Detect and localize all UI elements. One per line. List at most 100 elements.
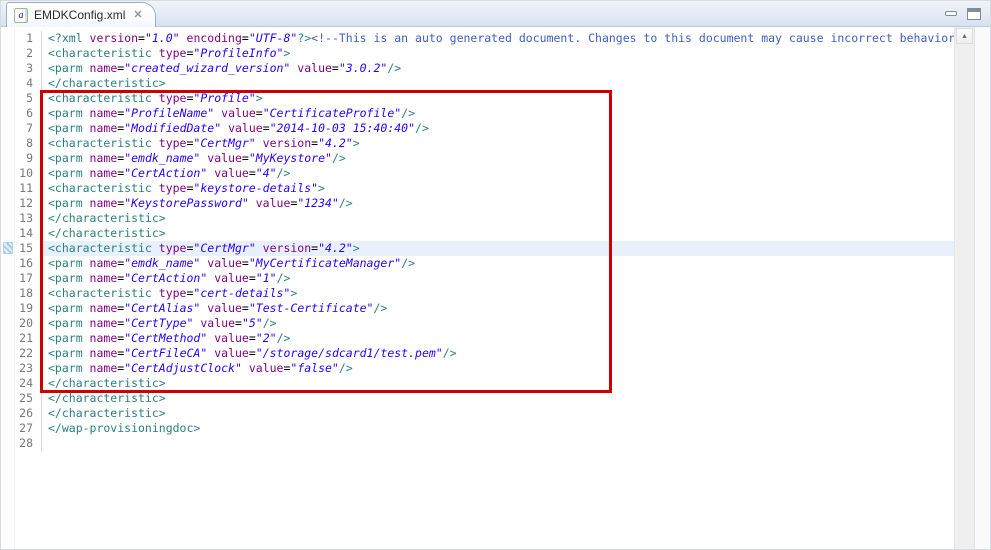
code-line[interactable]: </characteristic> [41, 76, 954, 91]
code-line[interactable]: <characteristic type="CertMgr" version="… [41, 241, 954, 256]
line-number[interactable]: 25 [1, 391, 41, 406]
editor-line[interactable]: 2<characteristic type="ProfileInfo"> [1, 46, 954, 61]
code-line[interactable]: <parm name="created_wizard_version" valu… [41, 61, 954, 76]
editor-line[interactable]: 26</characteristic> [1, 406, 954, 421]
line-number[interactable]: 28 [1, 436, 41, 451]
editor-line[interactable]: 3<parm name="created_wizard_version" val… [1, 61, 954, 76]
line-number[interactable]: 27 [1, 421, 41, 436]
xml-source-editor[interactable]: 1<?xml version="1.0" encoding="UTF-8"?><… [1, 27, 990, 549]
line-number[interactable]: 11 [1, 181, 41, 196]
line-number[interactable]: 26 [1, 406, 41, 421]
line-number[interactable]: 20 [1, 316, 41, 331]
editor-line[interactable]: 1<?xml version="1.0" encoding="UTF-8"?><… [1, 31, 954, 46]
code-line[interactable]: <parm name="CertAlias" value="Test-Certi… [41, 301, 954, 316]
code-token: <parm [48, 301, 90, 315]
code-line[interactable]: <parm name="ModifiedDate" value="2014-10… [41, 121, 954, 136]
line-number[interactable]: 12 [1, 196, 41, 211]
code-line[interactable]: <parm name="CertAction" value="4"/> [41, 166, 954, 181]
line-number[interactable]: 19 [1, 301, 41, 316]
editor-line[interactable]: 22<parm name="CertFileCA" value="/storag… [1, 346, 954, 361]
line-number[interactable]: 10 [1, 166, 41, 181]
editor-line[interactable]: 18<characteristic type="cert-details"> [1, 286, 954, 301]
line-number[interactable]: 16 [1, 256, 41, 271]
code-token: <parm [48, 61, 90, 75]
editor-line[interactable]: 20<parm name="CertType" value="5"/> [1, 316, 954, 331]
code-line[interactable]: <parm name="KeystorePassword" value="123… [41, 196, 954, 211]
line-number[interactable]: 2 [1, 46, 41, 61]
code-line[interactable] [41, 436, 954, 451]
code-line[interactable]: </characteristic> [41, 226, 954, 241]
code-line[interactable]: <parm name="CertAdjustClock" value="fals… [41, 361, 954, 376]
editor-line[interactable]: 12<parm name="KeystorePassword" value="1… [1, 196, 954, 211]
line-number[interactable]: 13 [1, 211, 41, 226]
editor-line[interactable]: 24</characteristic> [1, 376, 954, 391]
tab-close-icon[interactable]: ✕ [131, 9, 144, 22]
line-number[interactable]: 22 [1, 346, 41, 361]
code-line[interactable]: <?xml version="1.0" encoding="UTF-8"?><!… [41, 31, 955, 46]
code-line[interactable]: </characteristic> [41, 391, 954, 406]
code-token: type [159, 241, 187, 255]
editor-line[interactable]: 15<characteristic type="CertMgr" version… [1, 241, 954, 256]
code-line[interactable]: <characteristic type="Profile"> [41, 91, 954, 106]
line-number[interactable]: 7 [1, 121, 41, 136]
code-token: name [90, 316, 118, 330]
line-number[interactable]: 9 [1, 151, 41, 166]
editor-line[interactable]: 27</wap-provisioningdoc> [1, 421, 954, 436]
editor-line[interactable]: 4</characteristic> [1, 76, 954, 91]
line-number[interactable]: 23 [1, 361, 41, 376]
minimize-view-button[interactable] [944, 8, 960, 20]
editor-line[interactable]: 8<characteristic type="CertMgr" version=… [1, 136, 954, 151]
line-number[interactable]: 24 [1, 376, 41, 391]
editor-line[interactable]: 11<characteristic type="keystore-details… [1, 181, 954, 196]
editor-line[interactable]: 28 [1, 436, 954, 451]
code-line[interactable]: </wap-provisioningdoc> [41, 421, 954, 436]
code-line[interactable]: <parm name="CertMethod" value="2"/> [41, 331, 954, 346]
editor-line[interactable]: 16<parm name="emdk_name" value="MyCertif… [1, 256, 954, 271]
code-line[interactable]: <parm name="CertType" value="5"/> [41, 316, 954, 331]
editor-line[interactable]: 5<characteristic type="Profile"> [1, 91, 954, 106]
code-token: "3.0.2" [339, 61, 387, 75]
code-line[interactable]: </characteristic> [41, 211, 954, 226]
line-number[interactable]: 18 [1, 286, 41, 301]
line-number[interactable]: 3 [1, 61, 41, 76]
code-line[interactable]: </characteristic> [41, 376, 954, 391]
line-number[interactable]: 14 [1, 226, 41, 241]
code-line[interactable]: <parm name="CertFileCA" value="/storage/… [41, 346, 954, 361]
code-token: "1" [256, 271, 277, 285]
code-line[interactable]: </characteristic> [41, 406, 954, 421]
editor-line[interactable]: 19<parm name="CertAlias" value="Test-Cer… [1, 301, 954, 316]
code-line[interactable]: <characteristic type="ProfileInfo"> [41, 46, 954, 61]
maximize-view-button[interactable] [967, 8, 983, 20]
code-token: "Profile" [193, 91, 255, 105]
line-number[interactable]: 17 [1, 271, 41, 286]
code-line[interactable]: <parm name="emdk_name" value="MyCertific… [41, 256, 954, 271]
code-line[interactable]: <characteristic type="keystore-details"> [41, 181, 954, 196]
tab-emdkconfig[interactable]: a EMDKConfig.xml ✕ [6, 2, 156, 27]
code-line[interactable]: <parm name="CertAction" value="1"/> [41, 271, 954, 286]
editor-line[interactable]: 25</characteristic> [1, 391, 954, 406]
editor-line[interactable]: 21<parm name="CertMethod" value="2"/> [1, 331, 954, 346]
code-line[interactable]: <characteristic type="CertMgr" version="… [41, 136, 954, 151]
editor-line[interactable]: 10<parm name="CertAction" value="4"/> [1, 166, 954, 181]
line-number[interactable]: 1 [1, 31, 41, 46]
editor-line[interactable]: 23<parm name="CertAdjustClock" value="fa… [1, 361, 954, 376]
line-number[interactable]: 8 [1, 136, 41, 151]
code-line[interactable]: <parm name="ProfileName" value="Certific… [41, 106, 954, 121]
vertical-scrollbar[interactable]: ▲ [954, 27, 974, 549]
scroll-up-button[interactable]: ▲ [956, 28, 973, 44]
editor-line[interactable]: 9<parm name="emdk_name" value="MyKeystor… [1, 151, 954, 166]
code-line[interactable]: <characteristic type="cert-details"> [41, 286, 954, 301]
line-number[interactable]: 4 [1, 76, 41, 91]
editor-line[interactable]: 7<parm name="ModifiedDate" value="2014-1… [1, 121, 954, 136]
code-lines[interactable]: 1<?xml version="1.0" encoding="UTF-8"?><… [1, 31, 954, 451]
editor-line[interactable]: 6<parm name="ProfileName" value="Certifi… [1, 106, 954, 121]
code-token: value [214, 331, 249, 345]
line-number[interactable]: 6 [1, 106, 41, 121]
line-number[interactable]: 21 [1, 331, 41, 346]
code-token: /> [339, 196, 353, 210]
editor-line[interactable]: 17<parm name="CertAction" value="1"/> [1, 271, 954, 286]
code-line[interactable]: <parm name="emdk_name" value="MyKeystore… [41, 151, 954, 166]
line-number[interactable]: 5 [1, 91, 41, 106]
editor-line[interactable]: 14</characteristic> [1, 226, 954, 241]
editor-line[interactable]: 13</characteristic> [1, 211, 954, 226]
